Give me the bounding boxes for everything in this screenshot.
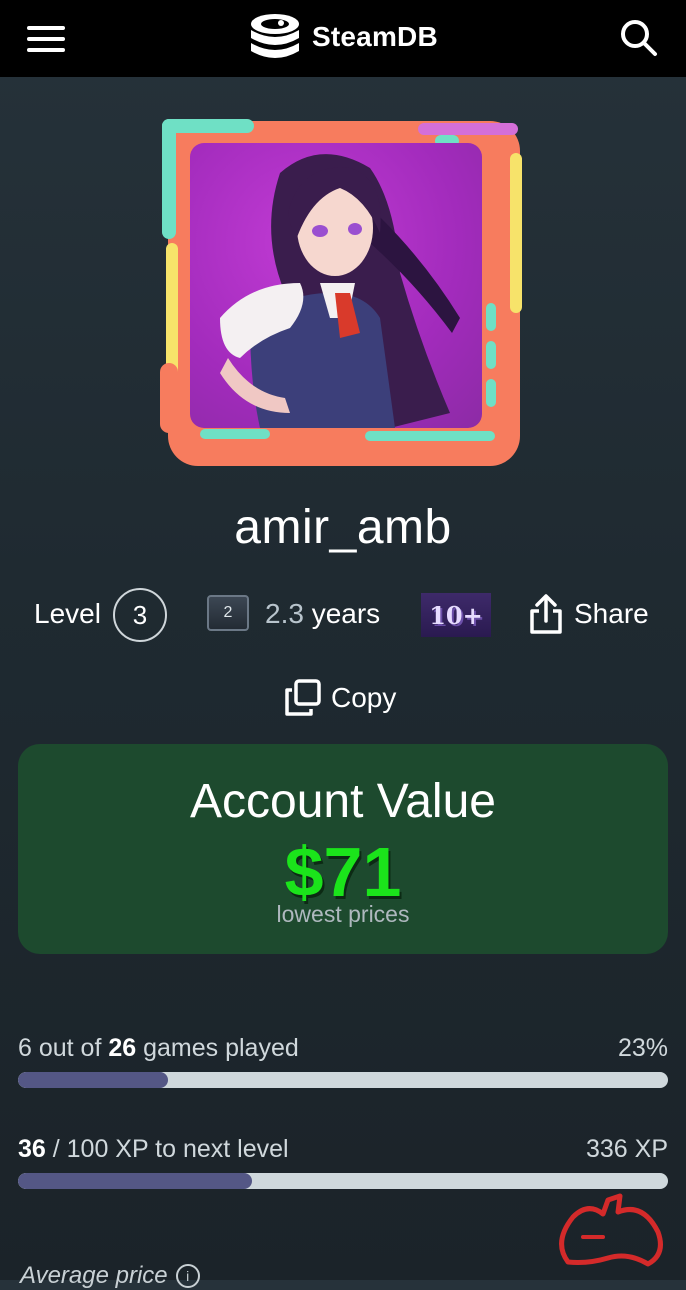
xp-suffix: / 100 XP to next level: [45, 1135, 289, 1163]
copy-label: Copy: [331, 682, 397, 713]
average-price-heading: Average price i: [20, 1262, 200, 1290]
years-of-service-badge[interactable]: 2: [207, 595, 249, 631]
xp-progress: 36 / 100 XP to next level 336 XP: [18, 1135, 668, 1195]
xp-fill: [18, 1173, 252, 1189]
xp-label: 36 / 100 XP to next level: [18, 1135, 289, 1164]
share-button[interactable]: Share: [528, 590, 649, 638]
account-value-subtitle: lowest prices: [276, 901, 410, 927]
games-played-percent: 23%: [617, 1034, 668, 1062]
profile-stats-row: Level 3 2 2.3 years 10+ Share: [0, 585, 686, 645]
username: amir_amb: [234, 501, 452, 554]
average-price-label: Average price: [20, 1262, 168, 1289]
steamdb-logo-icon: [251, 14, 299, 58]
games-owned-badge[interactable]: 10+: [421, 593, 491, 637]
info-icon[interactable]: i: [175, 1264, 200, 1288]
watermark-logo: [559, 1193, 663, 1267]
copy-icon: [285, 679, 321, 716]
avatar-image: [190, 143, 482, 428]
xp-track: [18, 1173, 668, 1189]
search-icon[interactable]: [618, 17, 660, 59]
copy-button[interactable]: Copy: [283, 676, 396, 720]
games-played-fill: [18, 1072, 168, 1088]
brand-name: SteamDB: [312, 21, 438, 52]
level-badge[interactable]: 3: [113, 588, 167, 642]
xp-total: 336 XP: [585, 1135, 668, 1163]
years-unit: years: [303, 598, 381, 629]
years-of-service-text: 2.3 years: [265, 598, 380, 630]
account-value-amount: $71: [284, 833, 402, 911]
years-number: 2.3: [265, 598, 304, 629]
top-navigation-bar: SteamDB: [0, 0, 686, 77]
account-value-title: Account Value: [190, 775, 496, 828]
xp-current: 36: [18, 1135, 46, 1163]
games-played-suffix: games played: [136, 1034, 299, 1062]
share-icon: [530, 594, 562, 634]
games-total-count: 26: [108, 1034, 137, 1062]
brand-logo[interactable]: SteamDB: [248, 10, 438, 64]
hamburger-menu-icon[interactable]: [27, 24, 67, 54]
games-played-track: [18, 1072, 668, 1088]
account-value-card: Account Value $71 lowest prices: [18, 744, 668, 954]
games-played-label: 6 out of 26 games played: [18, 1034, 299, 1063]
level-label: Level: [34, 598, 101, 629]
games-played-count: 6: [18, 1034, 32, 1062]
profile-avatar: [160, 113, 528, 471]
share-label: Share: [574, 598, 649, 629]
games-played-progress: 6 out of 26 games played 23%: [18, 1034, 668, 1094]
games-played-text: out of: [31, 1034, 109, 1062]
